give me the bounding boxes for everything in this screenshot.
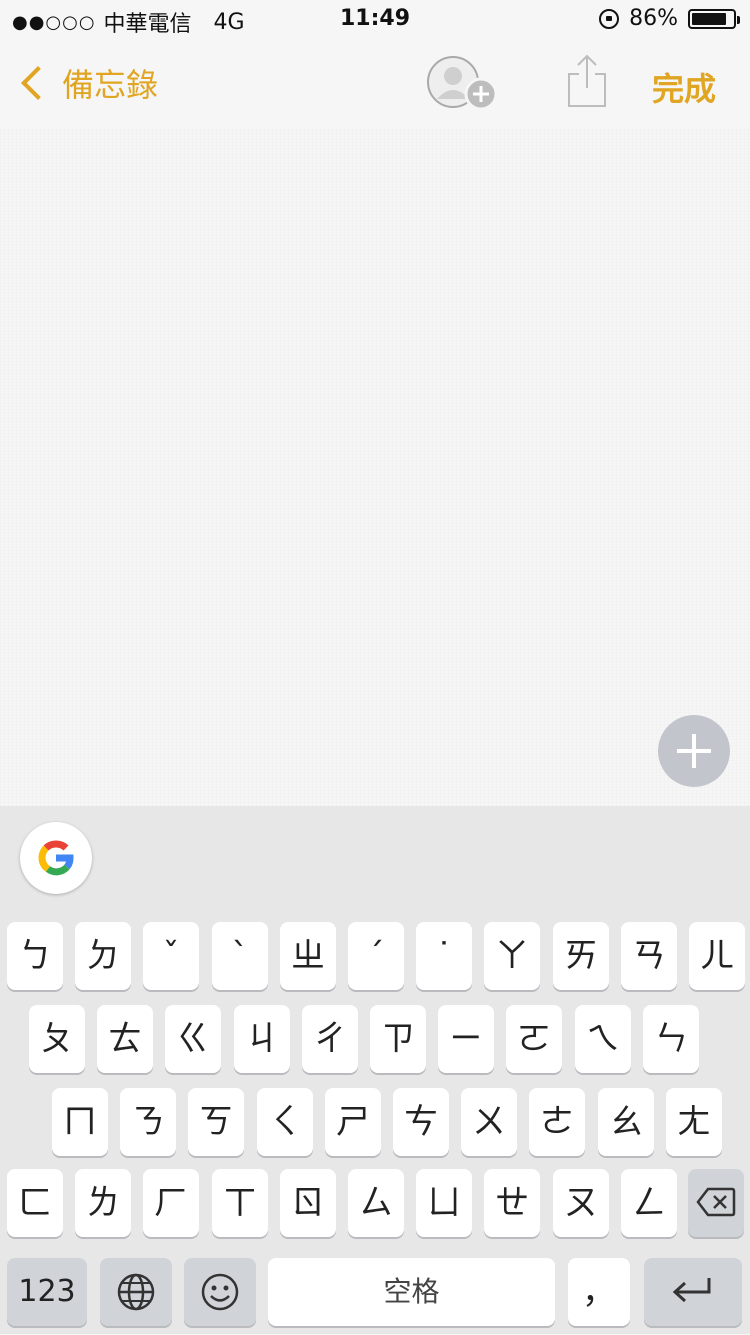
key-ㄛ[interactable]: ㄛ <box>506 1005 562 1073</box>
key-ㄧ[interactable]: ㄧ <box>438 1005 494 1073</box>
key-ㄋ[interactable]: ㄋ <box>120 1088 176 1156</box>
key-ㄇ[interactable]: ㄇ <box>52 1088 108 1156</box>
key-ㄜ[interactable]: ㄜ <box>529 1088 585 1156</box>
keyboard: ㄅㄉ ˇ ˋ ㄓ ˊ ˙ ㄚㄞㄢㄦㄆㄊㄍㄐㄔㄗㄧㄛㄟㄣㄇㄋㄎㄑㄕㄘㄨㄜㄠㄤㄈㄌㄏㄒㄖㄙㄩㄝㄡ… <box>0 806 750 1334</box>
key-ˇ[interactable]: ˇ <box>143 922 199 990</box>
key-ㄨ[interactable]: ㄨ <box>461 1088 517 1156</box>
key-ㄊ[interactable]: ㄊ <box>97 1005 153 1073</box>
globe-icon <box>117 1273 155 1311</box>
backspace-icon <box>696 1187 736 1217</box>
key-ㄉ[interactable]: ㄉ <box>75 922 131 990</box>
note-editor[interactable] <box>0 128 750 806</box>
back-label: 備忘錄 <box>62 66 159 104</box>
key-ㄌ[interactable]: ㄌ <box>75 1169 131 1237</box>
key-ㄘ[interactable]: ㄘ <box>393 1088 449 1156</box>
return-icon <box>672 1278 711 1303</box>
rotation-lock-icon <box>599 8 620 29</box>
add-people-button[interactable] <box>425 54 499 114</box>
numbers-key[interactable]: 123 <box>7 1258 87 1326</box>
emoji-icon <box>201 1273 239 1311</box>
key-ㄗ[interactable]: ㄗ <box>370 1005 426 1073</box>
space-key[interactable]: 空格 <box>268 1258 555 1326</box>
key-ㄢ[interactable]: ㄢ <box>621 922 677 990</box>
key-ㄅ[interactable]: ㄅ <box>7 922 63 990</box>
battery-percent: 86% <box>629 6 678 31</box>
key-ㄏ[interactable]: ㄏ <box>143 1169 199 1237</box>
comma-key[interactable]: ， <box>568 1258 630 1326</box>
key-ㄕ[interactable]: ㄕ <box>325 1088 381 1156</box>
key-ㄐ[interactable]: ㄐ <box>234 1005 290 1073</box>
globe-key[interactable] <box>100 1258 172 1326</box>
backspace-key[interactable] <box>688 1169 744 1237</box>
key-ㄡ[interactable]: ㄡ <box>553 1169 609 1237</box>
key-ㄥ[interactable]: ㄥ <box>621 1169 677 1237</box>
key-ㄟ[interactable]: ㄟ <box>575 1005 631 1073</box>
key-ㄚ[interactable]: ㄚ <box>484 922 540 990</box>
battery-icon <box>688 8 740 29</box>
key-ㄩ[interactable]: ㄩ <box>416 1169 472 1237</box>
key-ㄑ[interactable]: ㄑ <box>257 1088 313 1156</box>
key-ˊ[interactable]: ˊ <box>348 922 404 990</box>
share-button[interactable] <box>565 54 609 110</box>
key-ㄆ[interactable]: ㄆ <box>29 1005 85 1073</box>
google-button[interactable] <box>20 822 92 894</box>
key-ㄍ[interactable]: ㄍ <box>165 1005 221 1073</box>
key-ㄝ[interactable]: ㄝ <box>484 1169 540 1237</box>
emoji-key[interactable] <box>184 1258 256 1326</box>
return-key[interactable] <box>644 1258 742 1326</box>
add-person-icon <box>427 56 498 111</box>
key-ㄞ[interactable]: ㄞ <box>553 922 609 990</box>
key-ㄈ[interactable]: ㄈ <box>7 1169 63 1237</box>
key-ㄓ[interactable]: ㄓ <box>280 922 336 990</box>
key-ㄎ[interactable]: ㄎ <box>188 1088 244 1156</box>
done-button[interactable]: 完成 <box>652 64 716 110</box>
back-button[interactable]: 備忘錄 <box>18 60 158 106</box>
key-ㄤ[interactable]: ㄤ <box>666 1088 722 1156</box>
add-attachment-button[interactable] <box>658 715 730 787</box>
nav-bar: 備忘錄 完成 <box>0 40 750 128</box>
key-˙[interactable]: ˙ <box>416 922 472 990</box>
share-icon <box>568 54 606 107</box>
status-bar: ●●○○○ 中華電信 4G 11:49 86% <box>0 0 750 40</box>
key-ㄦ[interactable]: ㄦ <box>689 922 745 990</box>
key-ㄔ[interactable]: ㄔ <box>302 1005 358 1073</box>
status-right: 86% <box>599 6 740 31</box>
battery-fill <box>692 12 726 25</box>
chevron-left-icon <box>21 66 55 100</box>
battery-tip <box>737 15 740 24</box>
google-icon <box>38 840 74 876</box>
key-ㄒ[interactable]: ㄒ <box>212 1169 268 1237</box>
key-ㄖ[interactable]: ㄖ <box>280 1169 336 1237</box>
key-ㄣ[interactable]: ㄣ <box>643 1005 699 1073</box>
key-ㄙ[interactable]: ㄙ <box>348 1169 404 1237</box>
key-ㄠ[interactable]: ㄠ <box>598 1088 654 1156</box>
key-ˋ[interactable]: ˋ <box>212 922 268 990</box>
